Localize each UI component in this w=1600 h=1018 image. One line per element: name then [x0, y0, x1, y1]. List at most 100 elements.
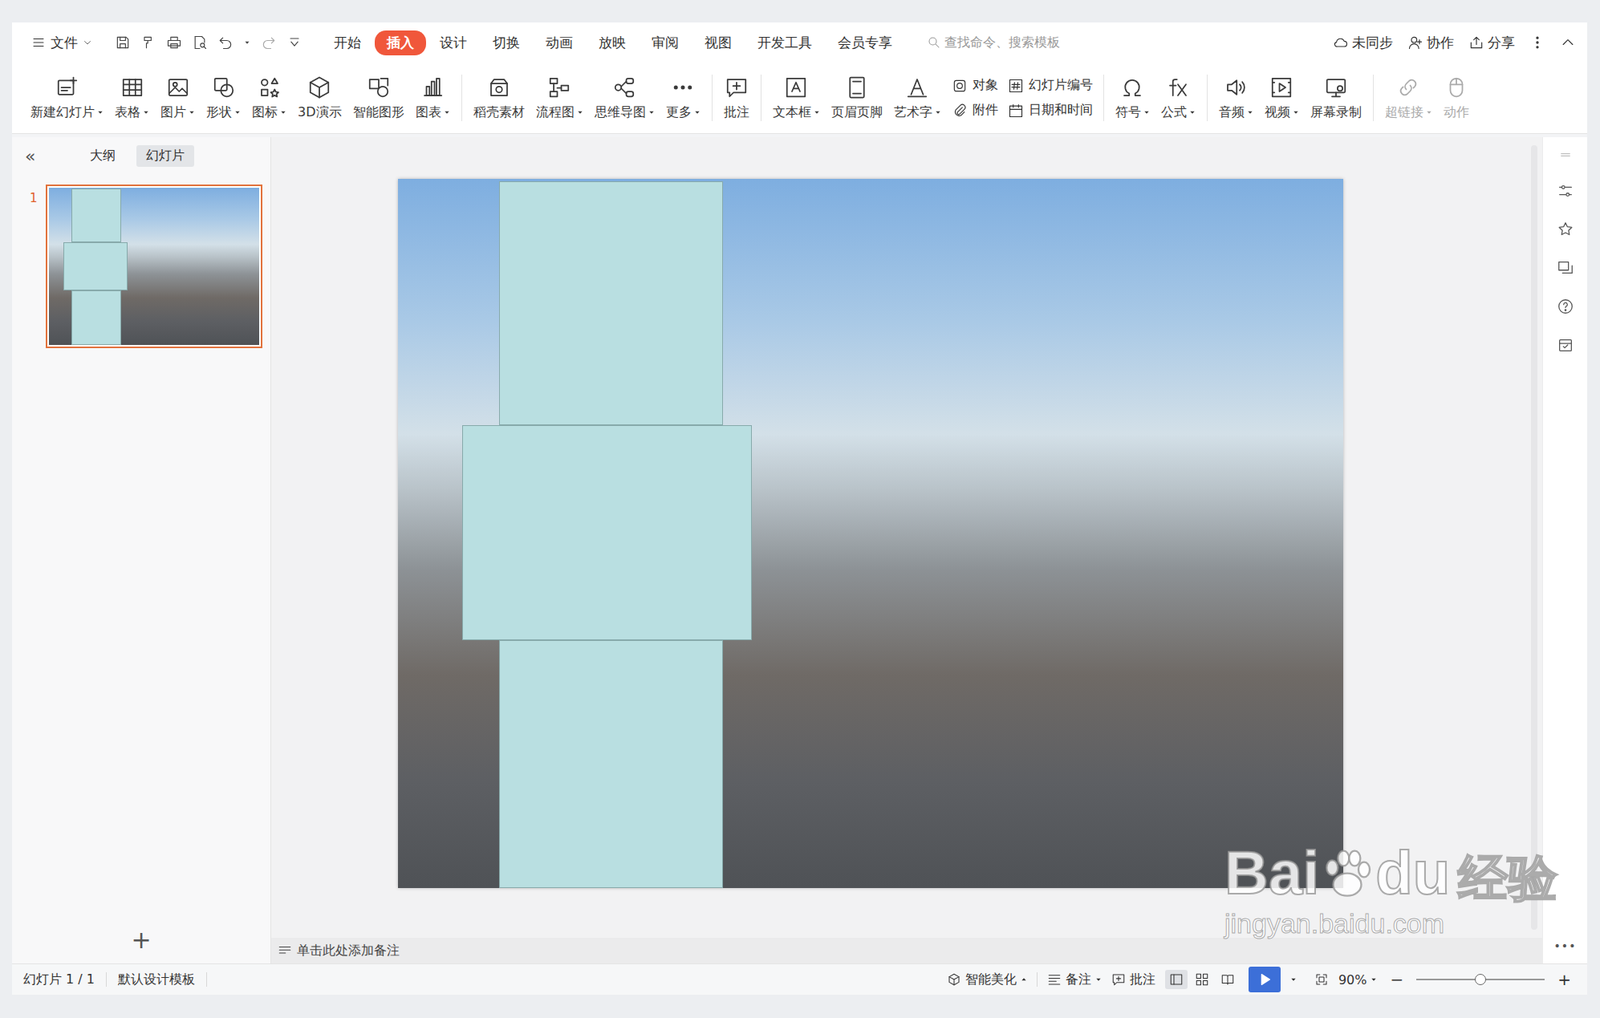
sidebar-more-button[interactable]: ••• — [1554, 939, 1577, 953]
ribbon-button[interactable]: 图片 — [154, 72, 201, 125]
rectangle-shape[interactable] — [71, 290, 122, 346]
format-painter-icon[interactable] — [140, 34, 157, 51]
ribbon-tab[interactable]: 设计 — [427, 30, 480, 56]
wps-window: 文件 开始插入设计切换动画放映审阅视图开发工具会员专享 查找命令、搜索模板 未同… — [12, 22, 1588, 995]
ribbon-tab[interactable]: 开始 — [321, 30, 374, 56]
ribbon-tab[interactable]: 放映 — [586, 30, 638, 56]
panel-tab[interactable]: 幻灯片 — [136, 145, 195, 167]
ribbon-button[interactable]: 动作 — [1437, 72, 1475, 125]
rectangle-shape[interactable] — [63, 242, 128, 291]
vertical-scrollbar[interactable] — [1530, 145, 1538, 930]
view-button[interactable] — [1216, 970, 1239, 990]
smart-beautify-button[interactable]: 智能美化 — [946, 971, 1028, 989]
ribbon-button[interactable]: 公式 — [1155, 72, 1202, 125]
help-icon[interactable] — [1556, 297, 1575, 316]
ribbon-button[interactable]: 思维导图 — [588, 72, 661, 125]
template-name[interactable]: 默认设计模板 — [116, 971, 197, 989]
add-slide-button[interactable]: + — [130, 928, 151, 953]
ribbon-button[interactable]: 图标 — [246, 72, 293, 125]
ribbon-small-button[interactable]: 幻灯片编号 — [1007, 77, 1093, 94]
ribbon-button[interactable]: 艺术字 — [888, 72, 947, 125]
ribbon-button[interactable]: 表格 — [109, 72, 155, 125]
ribbon-label: 超链接 — [1384, 104, 1433, 122]
menu-right-item[interactable]: 分享 — [1468, 33, 1515, 53]
smart-graphic-icon — [366, 75, 391, 100]
ribbon-button[interactable]: 页眉页脚 — [825, 72, 889, 125]
ribbon-tab[interactable]: 插入 — [374, 30, 427, 56]
collaborate-icon — [1407, 34, 1424, 51]
print-icon[interactable] — [166, 34, 183, 51]
ribbon-button[interactable]: 文本框 — [767, 72, 826, 125]
ribbon-button[interactable]: 稻壳素材 — [467, 72, 531, 125]
ribbon-group: 音频 视频 屏幕录制 — [1213, 72, 1368, 125]
switch-icon[interactable] — [1556, 259, 1575, 277]
caret-down-icon[interactable] — [1290, 976, 1297, 983]
ribbon-small-button[interactable]: 日期和时间 — [1007, 101, 1093, 119]
rectangle-shape[interactable] — [499, 181, 723, 426]
view-button[interactable] — [1165, 970, 1188, 990]
slide-panel: « 大纲幻灯片 1 + — [12, 137, 272, 964]
ribbon-small-button[interactable]: 对象 — [951, 77, 999, 94]
save-icon[interactable] — [114, 34, 131, 51]
ribbon-button[interactable]: 音频 — [1213, 72, 1259, 125]
ribbon-button[interactable]: 更多 — [660, 72, 707, 125]
ribbon-button[interactable]: 屏幕录制 — [1304, 72, 1368, 125]
slideshow-button[interactable] — [1248, 966, 1281, 993]
collapse-panel-button[interactable]: « — [21, 147, 39, 166]
ribbon-button[interactable]: 智能图形 — [347, 72, 411, 125]
more-vertical-icon[interactable] — [1529, 34, 1546, 51]
print-preview-icon[interactable] — [191, 34, 208, 51]
notes-bar[interactable]: 单击此处添加备注 — [271, 938, 1543, 964]
ribbon-small-button[interactable]: 附件 — [951, 101, 999, 119]
ribbon-label: 智能图形 — [353, 104, 405, 122]
ribbon-tab[interactable]: 审阅 — [639, 30, 691, 56]
ribbon-tab[interactable]: 动画 — [533, 30, 585, 56]
ribbon-button[interactable]: 批注 — [718, 72, 756, 125]
slide-thumbnail[interactable] — [45, 184, 263, 349]
textbox-icon — [783, 75, 809, 100]
ribbon-button[interactable]: 形状 — [200, 72, 247, 125]
ribbon-button[interactable]: 3D演示 — [292, 72, 348, 125]
view-button[interactable] — [1190, 970, 1214, 990]
ribbon-button[interactable]: 图表 — [410, 72, 456, 125]
chart-icon — [420, 75, 445, 100]
ribbon-button[interactable]: 视频 — [1258, 72, 1305, 125]
backup-icon[interactable] — [1556, 336, 1575, 354]
ribbon-tab[interactable]: 会员专享 — [825, 30, 905, 56]
ribbon-tab[interactable]: 开发工具 — [745, 30, 825, 56]
ribbon-button[interactable]: 超链接 — [1379, 72, 1438, 125]
menu-right-item[interactable]: 协作 — [1407, 33, 1454, 53]
command-search[interactable]: 查找命令、搜索模板 — [926, 34, 1060, 52]
caret-down-icon[interactable] — [243, 38, 252, 47]
zoom-knob[interactable] — [1474, 974, 1487, 986]
panel-tab[interactable]: 大纲 — [80, 145, 126, 167]
zoom-slider[interactable] — [1416, 973, 1545, 987]
ribbon-button[interactable]: 符号 — [1109, 72, 1156, 125]
collapse-ribbon-icon[interactable] — [1559, 34, 1576, 51]
star-icon[interactable] — [1556, 220, 1575, 239]
ribbon-label-text: 符号 — [1115, 104, 1142, 122]
ribbon-tab[interactable]: 视图 — [692, 30, 744, 56]
file-menu[interactable]: 文件 — [26, 30, 98, 56]
properties-icon[interactable] — [1556, 182, 1575, 200]
fit-window-icon[interactable] — [1314, 972, 1329, 987]
slide[interactable] — [397, 178, 1344, 889]
rectangle-shape[interactable] — [71, 188, 122, 243]
rectangle-shape[interactable] — [462, 425, 752, 642]
ribbon-label: 屏幕录制 — [1310, 104, 1362, 122]
notes-toggle[interactable]: 备注 — [1047, 971, 1102, 989]
undo-icon[interactable] — [217, 34, 234, 51]
rectangle-shape[interactable] — [499, 640, 723, 889]
menu-right-item[interactable]: 未同步 — [1332, 33, 1393, 53]
redo-icon[interactable] — [260, 34, 277, 51]
handle-icon — [1559, 148, 1572, 162]
ribbon-button[interactable]: 新建幻灯片 — [24, 72, 110, 125]
attachment-icon — [951, 102, 968, 119]
zoom-dropdown[interactable]: 90% — [1338, 972, 1378, 988]
customize-icon[interactable] — [286, 34, 303, 51]
comments-toggle[interactable]: 批注 — [1111, 971, 1156, 989]
ribbon-tab[interactable]: 切换 — [480, 30, 532, 56]
zoom-in-button[interactable]: + — [1554, 970, 1575, 990]
ribbon-button[interactable]: 流程图 — [530, 72, 589, 125]
zoom-out-button[interactable]: − — [1386, 970, 1407, 990]
